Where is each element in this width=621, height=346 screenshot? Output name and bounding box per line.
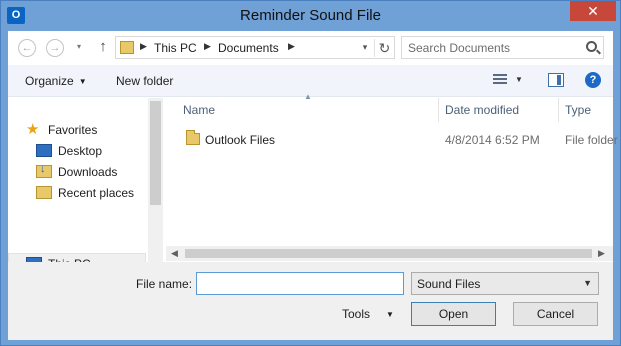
close-button[interactable]: ✕ [570, 1, 616, 21]
preview-pane-icon[interactable] [548, 73, 564, 87]
folder-icon [120, 41, 134, 54]
refresh-icon[interactable]: ↻ [374, 39, 394, 57]
scroll-right-icon[interactable]: ▶ [598, 248, 605, 259]
navigation-row: ← → ▾ ↑ ▶ This PC ▶ Documents ▶ ▾ ↻ [8, 31, 613, 65]
change-view-icon[interactable] [493, 74, 507, 86]
sidebar-item-downloads[interactable]: Downloads [8, 162, 148, 182]
file-name-label: File name: [136, 277, 193, 291]
file-name-input[interactable] [196, 272, 404, 295]
column-header-type[interactable]: Type [565, 98, 591, 122]
up-icon[interactable]: ↑ [96, 37, 110, 57]
forward-icon[interactable]: → [46, 39, 64, 57]
table-row[interactable]: Outlook Files 4/8/2014 6:52 PM File fold… [166, 130, 618, 150]
back-icon[interactable]: ← [18, 39, 36, 57]
sidebar-item-recent-places[interactable]: Recent places [8, 183, 148, 203]
folder-icon [186, 130, 200, 145]
view-options-chevron-icon[interactable]: ▼ [515, 75, 523, 84]
scrollbar-thumb[interactable] [185, 249, 592, 258]
breadcrumb-documents[interactable]: Documents [218, 41, 279, 55]
organize-label: Organize [25, 74, 74, 88]
tools-button[interactable]: Tools ▼ [342, 307, 394, 321]
recent-locations-chevron-icon[interactable]: ▾ [70, 39, 88, 57]
open-button[interactable]: Open [411, 302, 496, 326]
column-divider[interactable] [438, 98, 439, 122]
chevron-right-icon[interactable]: ▶ [288, 41, 295, 52]
file-type: File folder [565, 133, 618, 147]
tools-label: Tools [342, 307, 371, 321]
navigation-scrollbar[interactable] [148, 98, 163, 276]
dialog-window: O Reminder Sound File ✕ ← → ▾ ↑ ▶ This P… [0, 0, 621, 346]
navigation-pane: ★ Favorites Desktop Downloads Recent pla… [8, 98, 158, 275]
downloads-icon [36, 163, 52, 178]
column-divider[interactable] [558, 98, 559, 122]
scroll-left-icon[interactable]: ◀ [171, 248, 178, 259]
address-dropdown-icon[interactable]: ▾ [358, 40, 372, 55]
sidebar-item-label: Recent places [58, 186, 135, 200]
sidebar-item-label: Desktop [58, 144, 103, 158]
sidebar-item-favorites[interactable]: ★ Favorites [8, 120, 148, 140]
address-bar[interactable]: ▶ This PC ▶ Documents ▶ ▾ ↻ [115, 36, 395, 59]
file-date: 4/8/2014 6:52 PM [445, 133, 540, 147]
sort-ascending-icon: ▲ [304, 92, 312, 101]
chevron-down-icon: ▼ [583, 278, 592, 288]
new-folder-button[interactable]: New folder [116, 74, 173, 88]
window-title: Reminder Sound File [240, 7, 381, 24]
search-icon[interactable] [586, 41, 597, 52]
search-box[interactable] [401, 36, 604, 59]
organize-button[interactable]: Organize ▼ [25, 74, 87, 88]
breadcrumb-this-pc[interactable]: This PC [154, 41, 197, 55]
sidebar-item-desktop[interactable]: Desktop [8, 141, 148, 161]
dialog-footer: File name: Sound Files ▼ Tools ▼ Open Can… [8, 262, 613, 340]
chevron-down-icon: ▼ [78, 77, 87, 86]
chevron-down-icon: ▼ [386, 310, 394, 319]
help-icon[interactable]: ? [585, 72, 601, 88]
chevron-right-icon[interactable]: ▶ [140, 41, 147, 52]
file-type-value: Sound Files [417, 277, 481, 291]
title-bar[interactable]: O Reminder Sound File ✕ [1, 1, 620, 31]
column-header-date-modified[interactable]: Date modified [445, 98, 519, 122]
recent-places-icon [36, 186, 52, 199]
dialog-client: ← → ▾ ↑ ▶ This PC ▶ Documents ▶ ▾ ↻ Orga… [8, 31, 618, 340]
cancel-button[interactable]: Cancel [513, 302, 598, 326]
search-input[interactable] [408, 40, 578, 55]
scrollbar-thumb[interactable] [150, 101, 161, 205]
file-type-select[interactable]: Sound Files ▼ [411, 272, 599, 295]
desktop-icon [36, 144, 52, 157]
sidebar-item-label: Favorites [48, 123, 98, 137]
sidebar-item-label: Downloads [58, 165, 118, 179]
horizontal-scrollbar[interactable]: ◀ ▶ [166, 246, 613, 261]
star-icon: ★ [26, 121, 40, 138]
column-header-name[interactable]: Name [183, 98, 215, 122]
file-name: Outlook Files [205, 133, 276, 147]
chevron-right-icon[interactable]: ▶ [204, 41, 211, 52]
